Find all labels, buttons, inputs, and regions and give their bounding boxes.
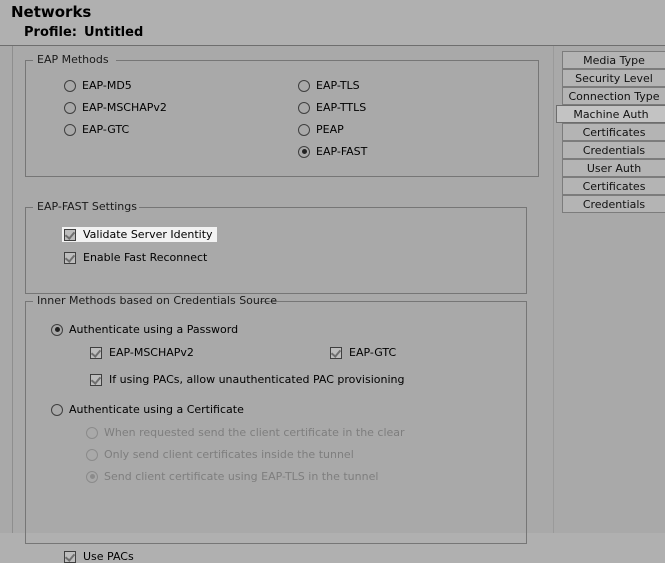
- group-border-right-segment: [116, 60, 539, 61]
- radio-eap-ttls[interactable]: EAP-TTLS: [298, 101, 366, 114]
- inner-methods-group-title: Inner Methods based on Credentials Sourc…: [37, 294, 277, 307]
- radio-icon: [86, 470, 98, 483]
- eap-methods-group-title: EAP Methods: [37, 53, 109, 66]
- checkbox-label: If using PACs, allow unauthenticated PAC…: [109, 373, 405, 386]
- radio-peap[interactable]: PEAP: [298, 123, 344, 136]
- tab-connection-type[interactable]: Connection Type: [562, 87, 665, 105]
- checkbox-icon: [64, 228, 76, 241]
- checkbox-label: EAP-MSCHAPv2: [109, 346, 194, 359]
- group-border-left-segment: [25, 60, 33, 61]
- checkbox-icon: [64, 550, 76, 563]
- radio-authenticate-using-password[interactable]: Authenticate using a Password: [51, 323, 238, 336]
- tab-credentials-machine[interactable]: Credentials: [562, 141, 665, 159]
- group-border-left-segment: [25, 301, 33, 302]
- checkbox-label: Enable Fast Reconnect: [83, 251, 208, 264]
- radio-icon: [64, 79, 76, 92]
- checkbox-eap-gtc[interactable]: EAP-GTC: [330, 346, 396, 359]
- checkbox-eap-mschapv2[interactable]: EAP-MSCHAPv2: [90, 346, 194, 359]
- radio-send-cert-using-eap-tls: Send client certificate using EAP-TLS in…: [86, 470, 378, 483]
- window-header: Networks Profile: Untitled: [0, 0, 665, 45]
- tab-certificates-user[interactable]: Certificates: [562, 177, 665, 195]
- radio-eap-fast[interactable]: EAP-FAST: [298, 145, 367, 158]
- tab-user-auth[interactable]: User Auth: [562, 159, 665, 177]
- radio-label: Authenticate using a Certificate: [69, 403, 244, 416]
- tab-media-type[interactable]: Media Type: [562, 51, 665, 69]
- radio-label: Authenticate using a Password: [69, 323, 239, 336]
- radio-send-cert-in-the-clear: When requested send the client certifica…: [86, 426, 405, 439]
- radio-label: EAP-MSCHAPv2: [82, 101, 167, 114]
- checkbox-icon: [90, 346, 102, 359]
- radio-icon: [298, 123, 310, 136]
- profile-label: Profile:: [24, 25, 77, 40]
- radio-eap-tls[interactable]: EAP-TLS: [298, 79, 360, 92]
- inner-methods-group: Inner Methods based on Credentials Sourc…: [25, 294, 527, 544]
- settings-page-area: EAP Methods EAP-MD5 EAP-MSCHAPv2 EAP-GTC…: [13, 46, 554, 563]
- tab-certificates-machine[interactable]: Certificates: [562, 123, 665, 141]
- radio-icon: [86, 448, 98, 461]
- checkbox-enable-fast-reconnect[interactable]: Enable Fast Reconnect: [64, 251, 207, 264]
- checkbox-allow-unauthenticated-pac-provisioning[interactable]: If using PACs, allow unauthenticated PAC…: [90, 373, 404, 386]
- eap-methods-group: EAP Methods EAP-MD5 EAP-MSCHAPv2 EAP-GTC…: [25, 53, 539, 177]
- checkbox-validate-server-identity[interactable]: Validate Server Identity: [62, 227, 217, 242]
- checkbox-use-pacs[interactable]: Use PACs: [64, 550, 134, 563]
- tab-machine-auth[interactable]: Machine Auth: [556, 105, 665, 123]
- radio-eap-gtc[interactable]: EAP-GTC: [64, 123, 129, 136]
- profile-value: Untitled: [83, 25, 144, 40]
- content-shell: EAP Methods EAP-MD5 EAP-MSCHAPv2 EAP-GTC…: [0, 45, 665, 563]
- radio-icon: [64, 101, 76, 114]
- radio-send-cert-inside-tunnel: Only send client certificates inside the…: [86, 448, 354, 461]
- radio-icon: [298, 145, 310, 158]
- radio-label: PEAP: [316, 123, 344, 136]
- tab-strip: Media Type Security Level Connection Typ…: [554, 46, 665, 533]
- checkbox-label: Use PACs: [83, 550, 134, 563]
- radio-icon: [298, 101, 310, 114]
- radio-label: EAP-TLS: [316, 79, 360, 92]
- radio-label: EAP-FAST: [316, 145, 368, 158]
- checkbox-icon: [330, 346, 342, 359]
- radio-eap-md5[interactable]: EAP-MD5: [64, 79, 132, 92]
- checkbox-icon: [64, 251, 76, 264]
- radio-label: EAP-GTC: [82, 123, 130, 136]
- checkbox-icon: [90, 373, 102, 386]
- left-gutter: [0, 46, 13, 533]
- page-title: Networks: [11, 3, 92, 21]
- checkbox-label: Validate Server Identity: [83, 228, 213, 241]
- group-border-right-segment: [260, 301, 527, 302]
- radio-icon: [51, 323, 63, 336]
- group-border-right-segment: [139, 207, 527, 208]
- profile-line: Profile: Untitled: [24, 25, 143, 40]
- group-border-left-segment: [25, 207, 33, 208]
- radio-icon: [86, 426, 98, 439]
- radio-label: EAP-MD5: [82, 79, 132, 92]
- radio-eap-mschapv2[interactable]: EAP-MSCHAPv2: [64, 101, 167, 114]
- tab-security-level[interactable]: Security Level: [562, 69, 665, 87]
- tab-credentials-user[interactable]: Credentials: [562, 195, 665, 213]
- eap-fast-settings-group: EAP-FAST Settings Validate Server Identi…: [25, 200, 527, 294]
- radio-icon: [64, 123, 76, 136]
- radio-icon: [51, 403, 63, 416]
- radio-label: Only send client certificates inside the…: [104, 448, 354, 461]
- radio-label: Send client certificate using EAP-TLS in…: [104, 470, 379, 483]
- radio-label: When requested send the client certifica…: [104, 426, 405, 439]
- radio-icon: [298, 79, 310, 92]
- eap-fast-settings-group-title: EAP-FAST Settings: [37, 200, 137, 213]
- radio-authenticate-using-certificate[interactable]: Authenticate using a Certificate: [51, 403, 244, 416]
- radio-label: EAP-TTLS: [316, 101, 367, 114]
- checkbox-label: EAP-GTC: [349, 346, 397, 359]
